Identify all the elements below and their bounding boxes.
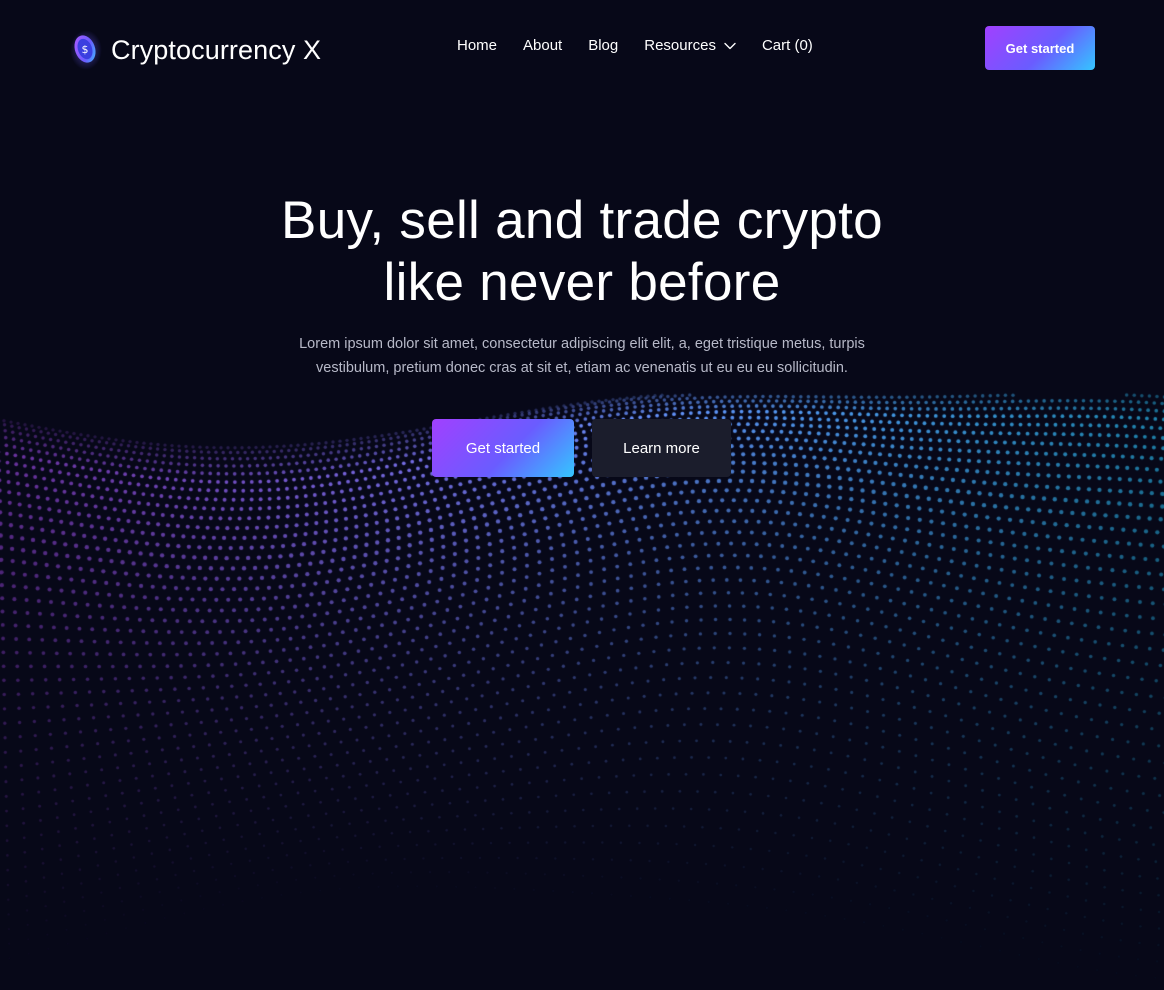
nav-item-cart[interactable]: Cart (0) <box>762 37 813 54</box>
nav-item-label: Home <box>457 37 498 54</box>
hero-buttons: Get started Learn more <box>432 419 731 477</box>
learn-more-button[interactable]: Learn more <box>592 419 731 477</box>
hero-description: Lorem ipsum dolor sit amet, consectetur … <box>272 332 892 380</box>
nav-item-resources[interactable]: Resources <box>644 37 736 54</box>
hero-title: Buy, sell and trade crypto like never be… <box>0 190 1164 314</box>
hero-description-line-2: vestibulum, pretium donec cras at sit et… <box>316 360 848 376</box>
header-get-started-button[interactable]: Get started <box>985 26 1095 70</box>
hero-description-line-1: Lorem ipsum dolor sit amet, consectetur … <box>299 336 865 352</box>
nav-item-label: Blog <box>588 37 619 54</box>
nav-item-label: About <box>523 37 563 54</box>
chevron-down-icon <box>724 42 736 49</box>
get-started-button[interactable]: Get started <box>432 419 574 477</box>
nav-item-home[interactable]: Home <box>457 37 497 54</box>
main-nav: Home About Blog Resources Cart (0) <box>457 37 813 54</box>
hero-title-line-1: Buy, sell and trade crypto <box>281 191 883 250</box>
coin-icon: $ <box>70 30 102 70</box>
hero-section: Buy, sell and trade crypto like never be… <box>0 190 1164 380</box>
site-header: $ Cryptocurrency X Home About Blog Resou… <box>0 0 1164 96</box>
nav-item-label: Resources <box>644 37 716 54</box>
nav-item-label: Cart (0) <box>761 37 813 54</box>
brand-logo[interactable]: $ Cryptocurrency X <box>70 30 321 70</box>
particle-wave-background <box>0 0 1164 990</box>
brand-name: Cryptocurrency X <box>111 34 322 65</box>
nav-item-about[interactable]: About <box>523 37 562 54</box>
hero-title-line-2: like never before <box>383 253 781 312</box>
coin-symbol: $ <box>82 43 89 56</box>
nav-item-blog[interactable]: Blog <box>588 37 618 54</box>
